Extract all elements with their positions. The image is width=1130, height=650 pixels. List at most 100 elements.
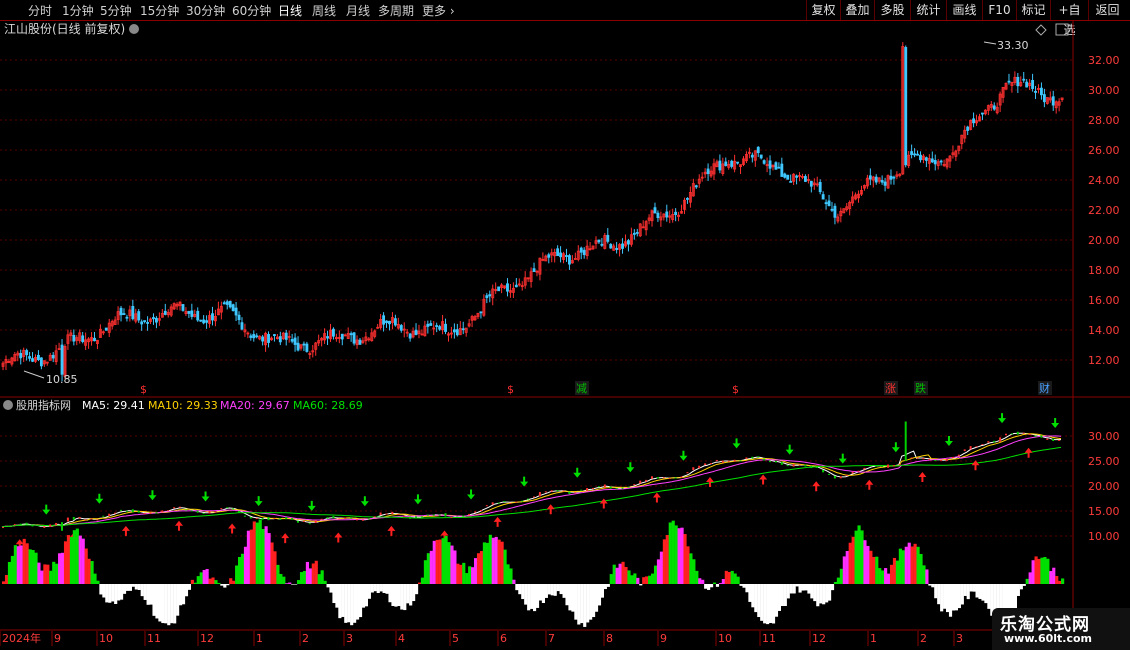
- candle-body: [627, 240, 630, 245]
- sell-arrow-icon: [520, 476, 529, 487]
- indicator-candle: [804, 464, 807, 467]
- oscillator-bar: [459, 564, 463, 584]
- event-mark: 跌: [915, 381, 926, 395]
- price-tick-label: 28.00: [1088, 114, 1120, 127]
- oscillator-bar: [111, 584, 115, 602]
- indicator-candle: [951, 456, 954, 459]
- oscillator-bar: [512, 579, 516, 584]
- oscillator-bar: [196, 576, 200, 584]
- oscillator-bar: [243, 546, 248, 584]
- oscillator-bar: [373, 584, 377, 592]
- candle-body: [119, 307, 123, 316]
- oscillator-bar: [789, 584, 793, 594]
- indicator-candle: [662, 477, 665, 479]
- oscillator-bar: [833, 581, 838, 584]
- oscillator-bar: [621, 561, 625, 584]
- candle-body: [718, 160, 722, 171]
- indicator-candle: [527, 498, 530, 500]
- oscillator-bar: [904, 546, 908, 584]
- indicator-candle: [810, 465, 813, 469]
- indicator-candle: [786, 465, 789, 467]
- sell-arrow-icon: [42, 504, 51, 515]
- indicator-candle: [710, 463, 712, 465]
- candle-body: [665, 211, 669, 218]
- oscillator-bar: [842, 556, 846, 584]
- oscillator-bar: [128, 584, 132, 591]
- oscillator-bar: [704, 584, 708, 589]
- oscillator-bar: [981, 584, 985, 601]
- oscillator-bar: [199, 572, 203, 584]
- indicator-candle: [190, 510, 193, 512]
- candle-body: [874, 176, 878, 183]
- oscillator-bar: [476, 553, 481, 584]
- candle-body: [426, 323, 430, 327]
- candle-body: [565, 255, 568, 257]
- sell-arrow-icon: [785, 444, 794, 455]
- oscillator-bar: [875, 556, 879, 584]
- indicator-candle: [621, 487, 624, 489]
- indicator-tick-label: 15.00: [1088, 505, 1120, 518]
- oscillator-bar: [497, 539, 501, 584]
- oscillator-bar: [258, 519, 262, 584]
- oscillator-bar: [547, 584, 551, 595]
- oscillator-bar: [376, 584, 380, 593]
- oscillator-bar: [783, 584, 787, 606]
- indicator-name: 股朋指标网: [16, 398, 71, 412]
- oscillator-bar: [987, 584, 991, 609]
- candle-body: [656, 212, 660, 219]
- indicator-tick-label: 25.00: [1088, 455, 1120, 468]
- oscillator-bar: [49, 570, 53, 584]
- buy-arrow-icon: [599, 498, 608, 509]
- candle-body: [485, 295, 489, 299]
- oscillator-bar: [606, 584, 610, 587]
- oscillator-bar: [81, 538, 85, 584]
- indicator-candle: [704, 463, 707, 466]
- time-axis-label: 11: [147, 632, 161, 645]
- candle-body: [783, 173, 787, 178]
- oscillator-bar: [745, 584, 749, 593]
- oscillator-bar: [1049, 571, 1053, 584]
- candle-body: [777, 166, 781, 169]
- indicator-candle: [397, 514, 400, 516]
- oscillator-bar: [267, 533, 271, 584]
- buy-arrow-icon: [652, 492, 661, 503]
- candle-body: [756, 146, 760, 154]
- candle-body: [809, 180, 813, 187]
- oscillator-bar: [176, 584, 180, 616]
- price-tick-label: 22.00: [1088, 204, 1120, 217]
- oscillator-bar: [52, 561, 56, 584]
- indicator-candle: [586, 488, 589, 491]
- oscillator-bar: [724, 570, 728, 584]
- oscillator-bar: [937, 584, 941, 605]
- candle-body: [199, 319, 203, 322]
- indicator-candle: [391, 511, 394, 514]
- oscillator-bar: [780, 584, 784, 607]
- candle-body: [408, 333, 412, 339]
- candle-body: [883, 181, 887, 186]
- indicator-candle: [173, 507, 176, 509]
- candle-body: [904, 47, 908, 166]
- candle-body: [187, 311, 191, 314]
- high-marker-label: 33.30: [997, 39, 1029, 52]
- oscillator-bar: [25, 543, 29, 584]
- oscillator-bar: [140, 584, 144, 597]
- oscillator-bar: [438, 539, 442, 584]
- time-axis-label: 9: [54, 632, 61, 645]
- indicator-candle: [1040, 435, 1043, 438]
- oscillator-bar: [828, 584, 832, 601]
- candle-body: [140, 321, 144, 325]
- indicator-candle: [550, 490, 553, 492]
- indicator-candle: [698, 465, 701, 469]
- candle-body: [821, 194, 825, 200]
- indicator-candle: [31, 525, 34, 527]
- candle-body: [1031, 80, 1035, 89]
- indicator-candle: [568, 491, 571, 495]
- price-tick-label: 30.00: [1088, 84, 1120, 97]
- oscillator-bar: [689, 553, 693, 584]
- candle-body: [154, 317, 158, 323]
- oscillator-bar: [314, 560, 318, 584]
- indicator-candle: [72, 516, 75, 520]
- oscillator-bar: [1028, 572, 1032, 584]
- time-axis-label: 2: [302, 632, 309, 645]
- oscillator-bar: [895, 560, 899, 584]
